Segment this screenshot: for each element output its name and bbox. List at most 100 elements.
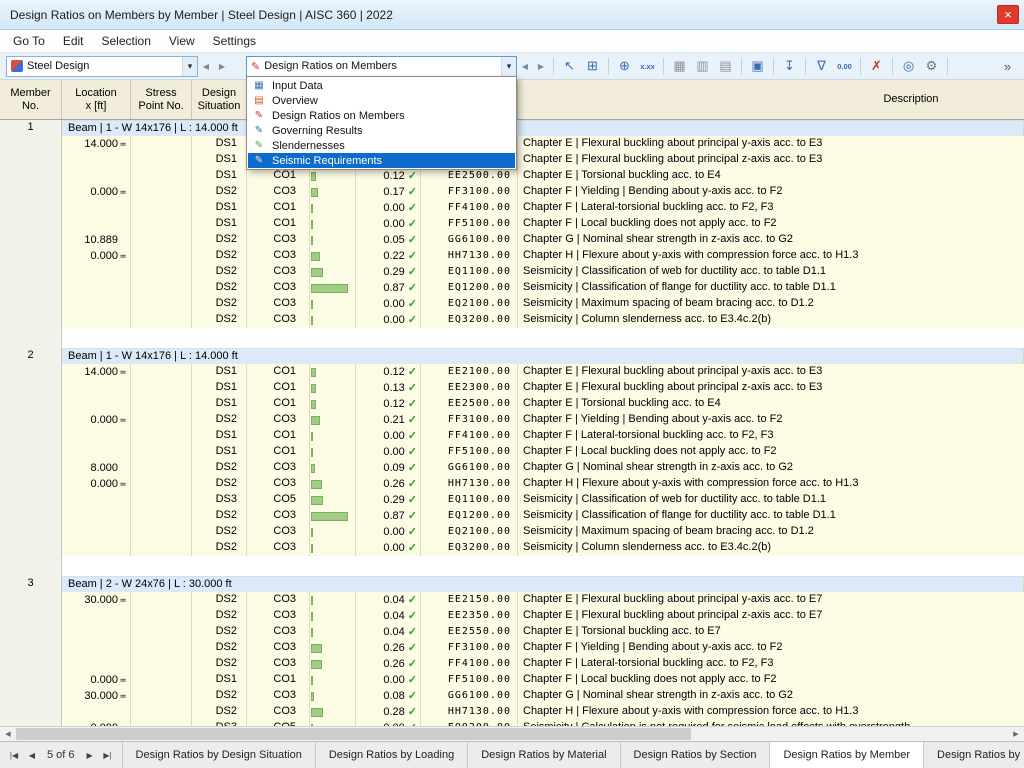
ratio-bar-cell[interactable] [310,364,356,380]
stress-point-cell[interactable] [131,704,192,720]
description-cell[interactable]: Chapter F | Local buckling does not appl… [518,216,1024,232]
design-check-cell[interactable]: FF3100.00 [421,640,518,656]
ratio-bar-cell[interactable] [310,312,356,328]
design-situation-cell[interactable]: DS2 [192,656,247,672]
stress-point-cell[interactable] [131,232,192,248]
location-cell[interactable]: 14.000≖ [62,136,131,152]
design-check-cell[interactable]: EQ1200.00 [421,508,518,524]
scroll-right-button[interactable]: ▶ [1008,727,1024,742]
column-header-stress-point[interactable]: Stress Point No. [131,80,192,119]
result-row[interactable]: 0.000≖DS2CO30.17✓FF3100.00Chapter F | Yi… [0,184,1024,200]
location-cell[interactable] [62,656,131,672]
design-situation-cell[interactable]: DS1 [192,380,247,396]
result-row[interactable]: DS1CO10.12✓EE2500.00Chapter E | Torsiona… [0,168,1024,184]
result-row[interactable]: 14.000≖DS1CO10.12✓EE2100.00Chapter E | F… [0,364,1024,380]
scroll-left-button[interactable]: ◀ [0,727,16,742]
tab-design-ratios-by-section[interactable]: Design Ratios by Section [621,742,771,768]
stress-point-cell[interactable] [131,428,192,444]
member-number-cell[interactable]: 3 [0,576,62,592]
design-situation-cell[interactable]: DS1 [192,428,247,444]
design-check-cell[interactable]: FF3100.00 [421,412,518,428]
tab-design-ratios-by-loading[interactable]: Design Ratios by Loading [316,742,468,768]
loading-cell[interactable]: CO3 [247,232,310,248]
design-situation-cell[interactable]: DS1 [192,136,247,152]
result-row[interactable]: 0.000≖DS2CO30.26✓HH7130.00Chapter H | Fl… [0,476,1024,492]
design-check-cell[interactable]: GG6100.00 [421,460,518,476]
result-row[interactable]: DS2CO30.00✓EQ2100.00Seismicity | Maximum… [0,296,1024,312]
table-export-icon[interactable]: ▤ [715,56,736,77]
location-cell[interactable] [62,216,131,232]
description-cell[interactable]: Chapter F | Lateral-torsional buckling a… [518,428,1024,444]
loading-cell[interactable]: CO5 [247,492,310,508]
ratio-bar-cell[interactable] [310,296,356,312]
menu-selection[interactable]: Selection [93,32,160,50]
ratio-cell[interactable]: 0.13✓ [356,380,421,396]
design-situation-cell[interactable]: DS2 [192,296,247,312]
result-row[interactable]: DS2CO30.87✓EQ1200.00Seismicity | Classif… [0,508,1024,524]
location-cell[interactable]: 14.000≖ [62,364,131,380]
loading-cell[interactable]: CO3 [247,608,310,624]
column-header-description[interactable]: Description [518,80,1024,119]
ratio-cell[interactable]: 0.08✓ [356,688,421,704]
menu-view[interactable]: View [160,32,204,50]
description-cell[interactable]: Chapter F | Yielding | Bending about y-a… [518,640,1024,656]
location-cell[interactable]: 10.889 [62,232,131,248]
stress-point-cell[interactable] [131,492,192,508]
loading-cell[interactable]: CO3 [247,460,310,476]
result-row[interactable]: DS2CO30.04✓EE2550.00Chapter E | Torsiona… [0,624,1024,640]
design-check-cell[interactable]: GG6100.00 [421,688,518,704]
result-row[interactable]: 30.000≖DS2CO30.04✓EE2150.00Chapter E | F… [0,592,1024,608]
ratio-bar-cell[interactable] [310,640,356,656]
stress-point-cell[interactable] [131,640,192,656]
stress-point-cell[interactable] [131,136,192,152]
ratio-cell[interactable]: 0.00✓ [356,296,421,312]
description-cell[interactable]: Chapter F | Yielding | Bending about y-a… [518,184,1024,200]
stress-point-cell[interactable] [131,168,192,184]
ratio-cell[interactable]: 0.00✓ [356,444,421,460]
location-cell[interactable] [62,200,131,216]
table-options-icon[interactable]: ▦ [669,56,690,77]
ratio-bar-cell[interactable] [310,232,356,248]
design-situation-cell[interactable]: DS2 [192,704,247,720]
member-group-row[interactable]: 2Beam | 1 - W 14x176 | L : 14.000 ft [0,348,1024,364]
design-check-cell[interactable]: FF5100.00 [421,216,518,232]
result-row[interactable]: DS2CO30.26✓FF4100.00Chapter F | Lateral-… [0,656,1024,672]
table-combo[interactable]: ✎ Design Ratios on Members ▾ [246,56,517,77]
loading-cell[interactable]: CO3 [247,688,310,704]
ratio-bar-cell[interactable] [310,524,356,540]
module-prev-button[interactable]: ◀ [199,56,213,76]
ratio-cell[interactable]: 0.21✓ [356,412,421,428]
design-check-cell[interactable]: FF4100.00 [421,656,518,672]
description-cell[interactable]: Chapter G | Nominal shear strength in z-… [518,688,1024,704]
description-cell[interactable]: Chapter E | Flexural buckling about prin… [518,152,1024,168]
design-situation-cell[interactable]: DS2 [192,264,247,280]
stress-point-cell[interactable] [131,248,192,264]
loading-cell[interactable]: CO3 [247,704,310,720]
ratio-cell[interactable]: 0.17✓ [356,184,421,200]
design-situation-cell[interactable]: DS1 [192,364,247,380]
stress-point-cell[interactable] [131,540,192,556]
zoom-values-icon[interactable]: ⊕ [614,56,635,77]
dropdown-item-slendernesses[interactable]: ✎Slendernesses [248,138,515,153]
stress-point-cell[interactable] [131,608,192,624]
export-icon[interactable]: ↧ [779,56,800,77]
ratio-bar-cell[interactable] [310,704,356,720]
design-check-cell[interactable]: EQ1100.00 [421,264,518,280]
stress-point-cell[interactable] [131,656,192,672]
design-check-cell[interactable]: EE2300.00 [421,380,518,396]
column-header-design-situation[interactable]: Design Situation [192,80,247,119]
more-icon[interactable]: » [997,56,1018,77]
design-check-cell[interactable]: GG6100.00 [421,232,518,248]
ratio-bar-cell[interactable] [310,508,356,524]
ratio-bar-cell[interactable] [310,216,356,232]
location-cell[interactable]: 0.000≖ [62,672,131,688]
design-situation-cell[interactable]: DS2 [192,688,247,704]
location-cell[interactable] [62,624,131,640]
design-situation-cell[interactable]: DS2 [192,608,247,624]
result-row[interactable]: DS2CO30.28✓HH7130.00Chapter H | Flexure … [0,704,1024,720]
ratio-bar-cell[interactable] [310,380,356,396]
stress-point-cell[interactable] [131,216,192,232]
result-row[interactable]: DS2CO30.00✓EQ3200.00Seismicity | Column … [0,540,1024,556]
decimal-format-icon[interactable]: x.xx [637,56,658,77]
location-cell[interactable] [62,396,131,412]
